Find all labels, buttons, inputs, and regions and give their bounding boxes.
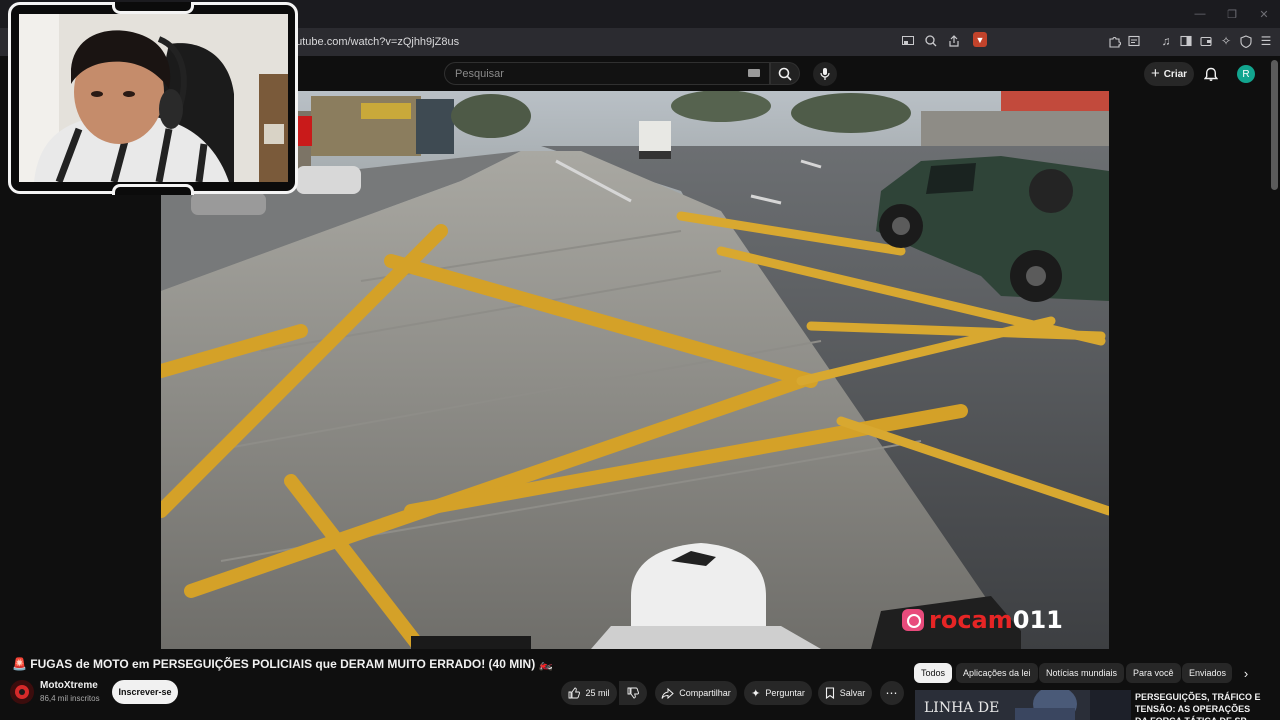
webcam-frame-tab-top — [112, 2, 194, 14]
maximize-icon[interactable]: ❐ — [1216, 0, 1248, 28]
brave-shield-icon[interactable]: ▼ — [973, 32, 987, 47]
keyboard-icon[interactable] — [748, 69, 760, 77]
minimize-icon[interactable]: — — [1184, 0, 1216, 28]
bookmark-icon — [825, 687, 834, 699]
ask-button[interactable]: ✦ Perguntar — [744, 681, 812, 705]
share-page-icon[interactable] — [946, 32, 962, 50]
share-button[interactable]: Compartilhar — [655, 681, 737, 705]
channel-name[interactable]: MotoXtreme — [40, 680, 98, 691]
url-text: outube.com/watch?v=zQjhh9jZ8us — [290, 36, 460, 48]
account-avatar[interactable]: R — [1237, 65, 1255, 83]
watermark-suffix: 011 — [1012, 606, 1063, 634]
close-icon[interactable]: ✕ — [1248, 0, 1280, 28]
notifications-button[interactable] — [1202, 65, 1220, 83]
share-label: Compartilhar — [679, 688, 731, 698]
address-bar-icons: ▼ — [900, 32, 987, 50]
instagram-icon — [902, 609, 924, 631]
create-button[interactable]: + Criar — [1144, 62, 1194, 86]
video-title: 🚨 FUGAS de MOTO em PERSEGUIÇÕES POLICIAI… — [12, 657, 552, 671]
chip-all[interactable]: Todos — [914, 663, 953, 683]
vpn-icon[interactable] — [1238, 32, 1254, 50]
share-icon — [661, 687, 674, 699]
leo-ai-icon[interactable]: ✧ — [1218, 32, 1234, 50]
wallet-icon[interactable] — [1198, 32, 1214, 50]
recommendation-title[interactable]: PERSEGUIÇÕES, TRÁFICO E TENSÃO: AS OPERA… — [1135, 691, 1265, 720]
channel-subscribers: 86,4 mil inscritos — [40, 694, 100, 703]
video-frame — [161, 91, 1109, 649]
subscribe-button[interactable]: Inscrever-se — [112, 680, 178, 704]
streamer-image — [19, 14, 288, 182]
bell-icon — [1204, 67, 1218, 81]
video-player[interactable] — [161, 91, 1109, 649]
channel-avatar[interactable] — [10, 680, 34, 704]
voice-search-button[interactable] — [813, 62, 837, 86]
thumbnail-caption: LINHA DE — [924, 700, 1000, 716]
like-count: 25 mil — [585, 688, 610, 698]
zoom-icon[interactable] — [923, 32, 939, 50]
search-button[interactable] — [770, 62, 800, 85]
search-input[interactable]: Pesquisar — [444, 62, 770, 85]
dislike-button[interactable] — [619, 681, 647, 705]
more-icon: ⋯ — [885, 686, 899, 700]
chip-world-news[interactable]: Notícias mundiais — [1039, 663, 1125, 683]
sparkle-icon: ✦ — [751, 687, 761, 700]
video-watermark: rocam 011 — [902, 606, 1063, 634]
chip-for-you[interactable]: Para você — [1126, 663, 1181, 683]
like-button[interactable]: 25 mil — [561, 681, 617, 705]
music-icon[interactable]: ♫ — [1158, 32, 1174, 50]
search-icon — [778, 67, 792, 81]
save-button[interactable]: Salvar — [818, 681, 872, 705]
chip-law-enforcement[interactable]: Aplicações da lei — [956, 663, 1038, 683]
plus-icon: + — [1150, 65, 1160, 82]
thumbs-down-icon — [627, 687, 639, 699]
search-placeholder: Pesquisar — [455, 67, 504, 80]
webcam-feed — [19, 14, 288, 182]
mic-icon — [820, 68, 830, 80]
toolbar-separator — [1146, 32, 1154, 50]
webcam-frame-tab-bottom — [112, 184, 194, 195]
window-controls: — ❐ ✕ — [1184, 0, 1280, 28]
extension-icons: ♫ ✧ ☰ — [1106, 32, 1274, 50]
chip-uploaded[interactable]: Enviados — [1182, 663, 1232, 683]
menu-icon[interactable]: ☰ — [1258, 32, 1274, 50]
chevron-right-icon[interactable]: › — [1238, 665, 1254, 681]
more-actions-button[interactable]: ⋯ — [880, 681, 904, 705]
watermark-prefix: rocam — [929, 606, 1013, 634]
create-label: Criar — [1163, 68, 1188, 80]
thumbs-up-icon — [569, 687, 581, 699]
page-scrollbar[interactable] — [1271, 60, 1278, 190]
channel-logo — [10, 680, 34, 704]
save-label: Salvar — [839, 688, 866, 698]
ask-label: Perguntar — [765, 688, 805, 698]
puzzle-icon[interactable] — [1106, 32, 1122, 50]
address-bar[interactable]: outube.com/watch?v=zQjhh9jZ8us — [290, 31, 990, 53]
cast-icon[interactable] — [900, 32, 916, 50]
sidebar-icon[interactable] — [1178, 32, 1194, 50]
reader-icon[interactable] — [1126, 32, 1142, 50]
screen: — ❐ ✕ outube.com/watch?v=zQjhh9jZ8us ▼ ♫ — [0, 0, 1280, 720]
